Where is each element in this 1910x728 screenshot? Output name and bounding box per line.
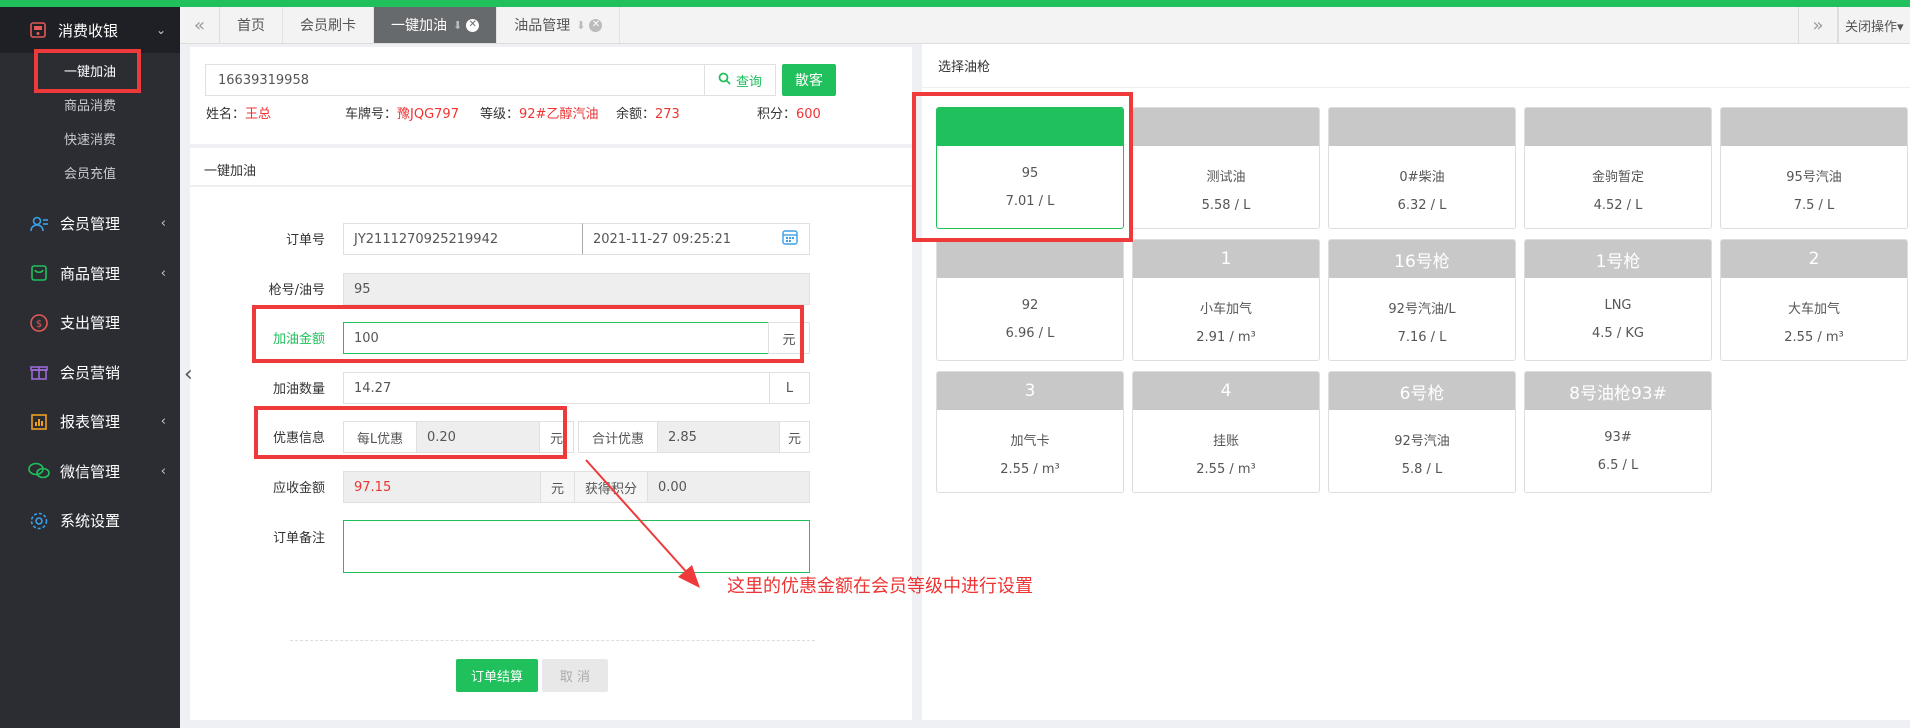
annotation-arrow [585, 459, 700, 588]
annotation-note: 这里的优惠金额在会员等级中进行设置 [727, 576, 1033, 597]
